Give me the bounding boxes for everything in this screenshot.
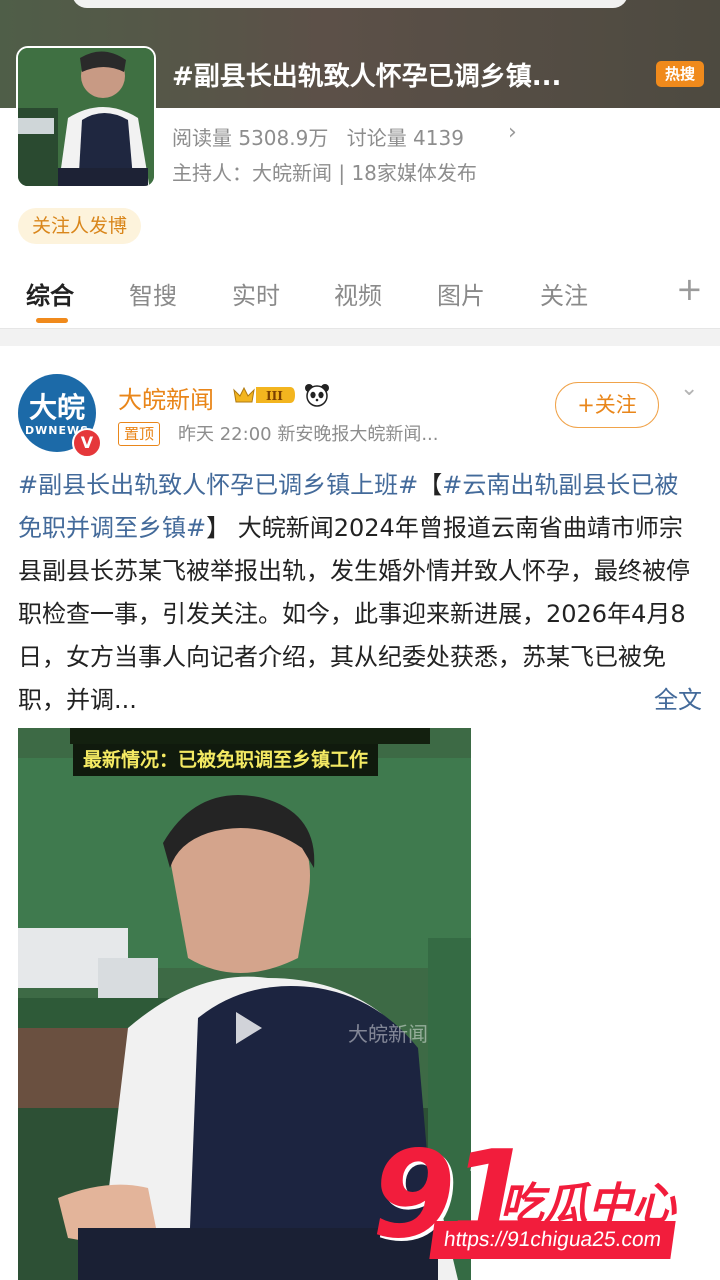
hot-badge: 热搜	[656, 61, 704, 87]
watermark-url: https://91chigua25.com	[429, 1221, 676, 1259]
video-caption: 最新情况：已被免职调至乡镇工作	[73, 744, 379, 776]
topic-link[interactable]: #副县长出轨致人怀孕已调乡镇上班#	[18, 471, 418, 499]
caption-top-strip	[70, 728, 430, 744]
bracket-open: 【	[418, 471, 443, 499]
post-card: 大皖 DWNEWS V 大皖新闻 III 置顶 昨天 22:00 新安晚报大皖新…	[0, 346, 720, 1280]
follow-button[interactable]: +关注	[555, 382, 659, 428]
tab-smart-search[interactable]: 智搜	[129, 276, 177, 311]
follower-posts-chip[interactable]: 关注人发博	[18, 208, 142, 244]
pinned-tag: 置顶	[118, 422, 161, 446]
discussion-count: 讨论量 4139	[346, 126, 464, 150]
author-name[interactable]: 大皖新闻	[118, 380, 214, 415]
topic-host[interactable]: 主持人：大皖新闻 | 18家媒体发布	[172, 157, 477, 186]
chevron-down-icon[interactable]: ⌄	[680, 376, 698, 401]
tab-video[interactable]: 视频	[334, 276, 382, 311]
avatar-logo-text: 大皖	[28, 391, 85, 424]
play-icon[interactable]	[222, 1004, 270, 1052]
avatar[interactable]: 大皖 DWNEWS V	[18, 374, 102, 458]
panda-icon	[305, 384, 329, 407]
read-count: 阅读量 5308.9万	[172, 126, 329, 150]
add-tab-icon[interactable]: +	[676, 270, 703, 308]
search-bar[interactable]	[72, 0, 628, 8]
tab-general[interactable]: 综合	[26, 276, 74, 311]
video-watermark: 大皖新闻	[348, 1022, 428, 1046]
post-meta: 昨天 22:00 新安晚报大皖新闻...	[178, 424, 439, 445]
crown-level: III	[266, 389, 283, 403]
active-tab-indicator	[36, 318, 68, 323]
tab-images[interactable]: 图片	[437, 276, 485, 311]
bracket-close: 】	[206, 514, 231, 542]
topic-stats: 阅读量 5308.9万 讨论量 4139	[172, 122, 476, 151]
post-body: #副县长出轨致人怀孕已调乡镇上班#【#云南出轨副县长已被免职并调至乡镇#】 大皖…	[18, 464, 702, 722]
read-more-link[interactable]: 全文	[654, 679, 702, 722]
post-body-text: 大皖新闻2024年曾报道云南省曲靖市师宗县副县长苏某飞被举报出轨，发生婚外情并致…	[18, 514, 690, 714]
chevron-right-icon[interactable]: ›	[508, 120, 517, 145]
tab-bar: 综合 智搜 实时 视频 图片 关注 +	[0, 258, 720, 329]
crown-badge-icon: III	[233, 386, 295, 403]
tab-following[interactable]: 关注	[540, 276, 588, 311]
topic-title: #副县长出轨致人怀孕已调乡镇...	[172, 62, 562, 92]
topic-thumbnail[interactable]	[16, 46, 156, 188]
verified-icon: V	[72, 428, 102, 458]
tab-realtime[interactable]: 实时	[232, 276, 280, 311]
